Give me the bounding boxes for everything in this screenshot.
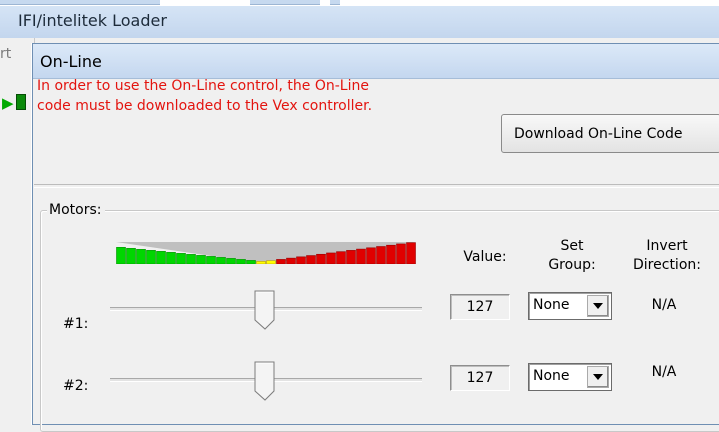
- motor-2-group-selected: None: [533, 368, 570, 384]
- meter-bar: [286, 257, 296, 265]
- meter-bar: [346, 250, 356, 265]
- meter-bar: [216, 257, 226, 265]
- meter-bar: [386, 244, 396, 265]
- set-group-header-line: Set: [560, 238, 584, 254]
- dialog-titlebar[interactable]: On-Line: [33, 44, 719, 79]
- dropdown-arrow-icon[interactable]: [587, 366, 609, 388]
- parent-strip-segment: [0, 0, 160, 5]
- invert-direction-column-header: Invert Direction:: [617, 237, 717, 275]
- info-line: code must be downloaded to the Vex contr…: [37, 98, 373, 114]
- set-group-column-header: Set Group:: [532, 237, 612, 275]
- meter-bar: [406, 242, 416, 265]
- motor-2-group-select[interactable]: None: [528, 363, 612, 391]
- meter-bar: [336, 251, 346, 265]
- value-column-header: Value:: [463, 249, 507, 265]
- motor-2-invert: N/A: [651, 364, 677, 380]
- parent-device-icon: [16, 94, 26, 110]
- meter-bar: [126, 248, 136, 265]
- parent-strip-segment: [330, 0, 340, 5]
- info-line: In order to use the On-Line control, the…: [37, 78, 369, 94]
- meter-bar: [236, 259, 246, 265]
- invert-header-line: Direction:: [633, 257, 701, 273]
- meter-bar: [396, 243, 406, 265]
- meter-bar: [276, 259, 286, 265]
- parent-strip-segment: [250, 0, 320, 5]
- meter-bar: [186, 254, 196, 265]
- parent-arrow-icon: ▶: [2, 94, 14, 112]
- meter-bar: [296, 256, 306, 265]
- dropdown-arrow-icon[interactable]: [587, 295, 609, 317]
- meter-bar: [166, 252, 176, 265]
- invert-header-line: Invert: [646, 238, 688, 254]
- meter-bar: [226, 258, 236, 265]
- meter-bar: [156, 251, 166, 265]
- meter-graphic: [116, 242, 416, 265]
- dialog-title: On-Line: [40, 52, 102, 71]
- motor-1-invert: N/A: [651, 297, 677, 313]
- meter-bar: [256, 261, 266, 265]
- meter-bar: [356, 248, 366, 265]
- slider-thumb-icon: [254, 361, 275, 401]
- set-group-header-line: Group:: [548, 257, 596, 273]
- meter-bar: [176, 253, 186, 265]
- meter-bar: [246, 260, 256, 265]
- motor-speed-meter: [116, 242, 416, 265]
- meter-bar: [326, 252, 336, 265]
- parent-window-top-strip: [0, 0, 719, 6]
- motor-1-group-selected: None: [533, 297, 570, 313]
- motor-1-value: 127: [450, 294, 510, 320]
- section-divider: [34, 184, 719, 188]
- meter-bar: [116, 247, 126, 265]
- motor-2-value: 127: [450, 365, 510, 391]
- motors-group-label: Motors:: [47, 202, 106, 218]
- meter-bar: [366, 247, 376, 265]
- motor-1-group-select[interactable]: None: [528, 292, 612, 320]
- parent-tab-partial[interactable]: rt: [0, 46, 11, 62]
- meter-bar: [136, 249, 146, 265]
- slider-thumb-icon: [254, 290, 275, 330]
- motor-1-label: #1:: [63, 316, 89, 332]
- meter-bar: [206, 256, 216, 265]
- online-info-message: In order to use the On-Line control, the…: [37, 76, 467, 116]
- download-online-code-button[interactable]: Download On-Line Code: [501, 114, 719, 153]
- meter-bar: [306, 255, 316, 265]
- motor-1-slider-thumb[interactable]: [254, 290, 276, 330]
- motor-2-label: #2:: [63, 378, 89, 394]
- meter-bar: [266, 260, 276, 265]
- parent-window-title: IFI/intelitek Loader: [18, 11, 167, 30]
- meter-bar: [196, 255, 206, 265]
- motor-2-slider-thumb[interactable]: [254, 361, 276, 401]
- meter-bar: [376, 246, 386, 265]
- meter-bar: [316, 253, 326, 265]
- meter-bar: [146, 250, 156, 265]
